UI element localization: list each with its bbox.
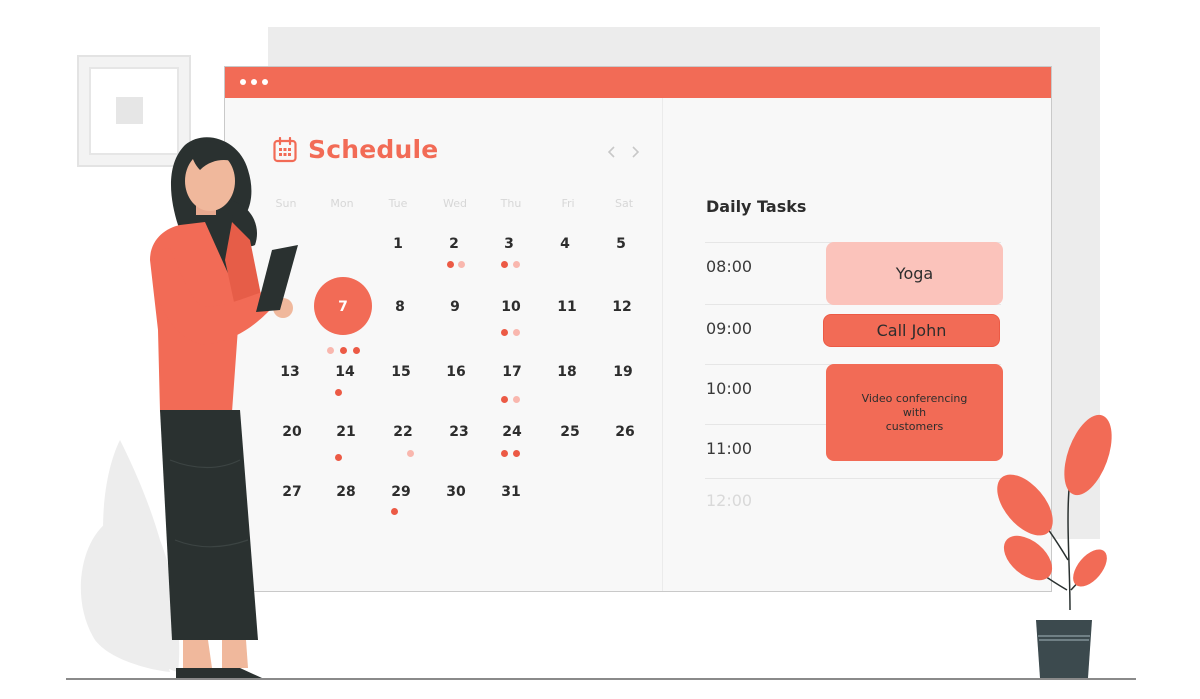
potted-plant-icon	[997, 414, 1112, 678]
foreground-illustration	[150, 137, 1112, 678]
woman-illustration	[150, 137, 298, 678]
